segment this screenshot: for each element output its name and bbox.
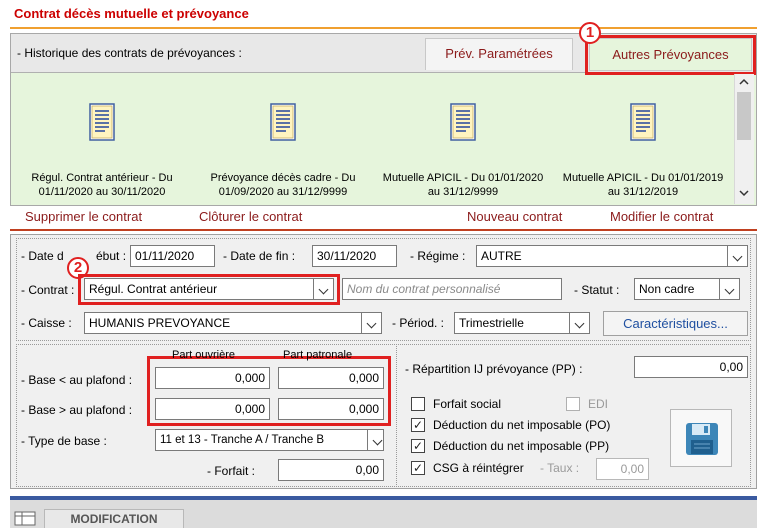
highlight-box-contrat — [78, 274, 340, 305]
forfait-social-checkbox[interactable] — [411, 397, 425, 411]
edit-contract-link[interactable]: Modifier le contrat — [610, 209, 713, 224]
scroll-up-icon[interactable] — [737, 75, 751, 89]
periode-select[interactable]: Trimestrielle — [454, 312, 570, 334]
highlight-box-autres — [585, 35, 756, 75]
regime-label: - Régime : — [410, 249, 466, 263]
status-grid-icon — [14, 511, 36, 526]
csg-label: CSG à réintégrer — [433, 461, 524, 475]
date-debut-label-end: ébut : — [96, 249, 127, 263]
caisse-select[interactable]: HUMANIS PREVOYANCE — [84, 312, 362, 334]
mode-tab[interactable]: MODIFICATION — [44, 509, 184, 528]
history-label: - Historique des contrats de prévoyances… — [17, 46, 242, 60]
contrat-perso-input[interactable]: Nom du contrat personnalisé — [342, 278, 562, 300]
chevron-down-icon[interactable] — [570, 312, 590, 334]
document-icon — [630, 103, 656, 141]
caisse-label: - Caisse : — [21, 316, 72, 330]
base-inf-patronale-input[interactable]: 0,000 — [278, 367, 384, 389]
contract-caption-line2: au 31/12/9999 — [427, 186, 499, 198]
repartition-label: - Répartition IJ prévoyance (PP) : — [405, 362, 583, 376]
contract-caption-line2: 01/11/2020 au 30/11/2020 — [38, 186, 166, 198]
deduction-po-checkbox[interactable]: ✓ — [411, 418, 425, 432]
save-button[interactable] — [670, 409, 732, 467]
regime-select[interactable]: AUTRE — [476, 245, 728, 267]
repartition-input[interactable]: 0,00 — [634, 356, 748, 378]
delete-contract-link[interactable]: Supprimer le contrat — [25, 209, 142, 224]
deduction-pp-label: Déduction du net imposable (PP) — [433, 439, 610, 453]
new-contract-link[interactable]: Nouveau contrat — [467, 209, 562, 224]
tab-prev-parametrees[interactable]: Prév. Paramétrées — [425, 38, 573, 70]
chevron-down-icon[interactable] — [728, 245, 748, 267]
caracteristiques-button[interactable]: Caractéristiques... — [603, 311, 748, 336]
chevron-down-icon[interactable] — [720, 278, 740, 300]
date-fin-label: - Date de fin : — [223, 249, 296, 263]
forfait-input[interactable]: 0,00 — [278, 459, 384, 481]
part-patronale-label: Part patronale — [283, 349, 353, 361]
deduction-po-label: Déduction du net imposable (PO) — [433, 418, 611, 432]
date-debut-input[interactable]: 01/11/2020 — [130, 245, 215, 267]
taux-label: - Taux : — [540, 461, 580, 475]
part-ouvriere-label: Part ouvrière — [172, 349, 235, 361]
edi-checkbox[interactable] — [566, 397, 580, 411]
base-sup-label: - Base > au plafond : — [21, 403, 133, 417]
date-debut-label-start: - Date d — [21, 249, 64, 263]
forfait-label: - Forfait : — [207, 464, 256, 478]
type-base-label: - Type de base : — [21, 434, 107, 448]
csg-checkbox[interactable]: ✓ — [411, 461, 425, 475]
chevron-down-icon[interactable] — [362, 312, 382, 334]
base-inf-label: - Base < au plafond : — [21, 373, 133, 387]
floppy-save-icon — [686, 423, 718, 455]
close-contract-link[interactable]: Clôturer le contrat — [199, 209, 302, 224]
periode-label: - Périod. : — [392, 316, 445, 330]
contrat-label: - Contrat : — [21, 283, 75, 297]
document-icon — [270, 103, 296, 141]
contract-caption-line1: Mutuelle APICIL - Du 01/01/2019 — [562, 172, 724, 184]
chevron-down-icon[interactable] — [368, 429, 384, 451]
scrollbar-thumb[interactable] — [737, 92, 751, 140]
base-sup-ouvriere-input[interactable]: 0,000 — [155, 398, 270, 420]
edi-label: EDI — [588, 397, 609, 411]
base-inf-ouvriere-input[interactable]: 0,000 — [155, 367, 270, 389]
contract-caption-line2: au 31/12/2019 — [607, 186, 679, 198]
deduction-pp-checkbox[interactable]: ✓ — [411, 439, 425, 453]
form-divider — [396, 344, 397, 487]
type-base-select[interactable]: 11 et 13 - Tranche A / Tranche B — [155, 429, 368, 451]
document-icon — [450, 103, 476, 141]
document-icon — [89, 103, 115, 141]
date-fin-input[interactable]: 30/11/2020 — [312, 245, 397, 267]
contract-item[interactable]: Régul. Contrat antérieur - Du 01/11/2020… — [12, 100, 192, 200]
base-sup-patronale-input[interactable]: 0,000 — [278, 398, 384, 420]
contract-item[interactable]: Mutuelle APICIL - Du 01/01/2019 au 31/12… — [553, 100, 733, 200]
contract-caption-line2: 01/09/2020 au 31/12/9999 — [218, 186, 348, 198]
contract-caption-line1: Prévoyance décès cadre - Du — [210, 172, 356, 184]
taux-input[interactable]: 0,00 — [596, 458, 649, 480]
contract-item[interactable]: Prévoyance décès cadre - Du 01/09/2020 a… — [193, 100, 373, 200]
page-title: Contrat décès mutuelle et prévoyance — [14, 6, 249, 21]
scroll-down-icon[interactable] — [737, 186, 751, 200]
title-underline — [10, 27, 757, 29]
contract-caption-line1: Mutuelle APICIL - Du 01/01/2020 — [382, 172, 544, 184]
contract-caption-line1: Régul. Contrat antérieur - Du — [31, 172, 173, 184]
contract-item[interactable]: Mutuelle APICIL - Du 01/01/2020 au 31/12… — [373, 100, 553, 200]
forfait-social-label: Forfait social — [433, 397, 502, 411]
statut-label: - Statut : — [574, 283, 620, 297]
statut-select[interactable]: Non cadre — [634, 278, 720, 300]
step-marker-1: 1 — [579, 22, 601, 44]
